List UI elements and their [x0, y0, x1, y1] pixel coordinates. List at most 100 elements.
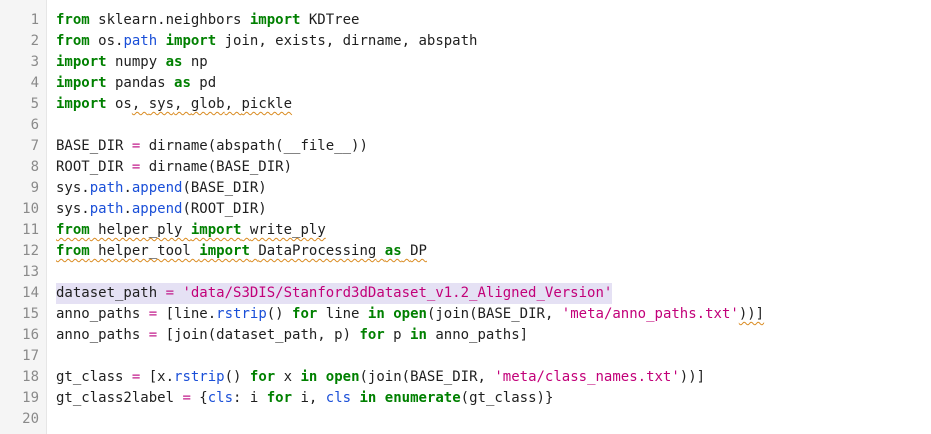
builtin-token: open: [325, 369, 360, 385]
code-line-15[interactable]: 15 anno_paths = [line.rstrip() for line …: [0, 304, 931, 325]
builtin-token: open: [393, 306, 427, 322]
code-line-11[interactable]: 11 from helper_ply import write_ply: [0, 220, 931, 241]
expression-token: (): [266, 306, 293, 322]
code-text[interactable]: anno_paths = [line.rstrip() for line in …: [56, 304, 764, 325]
line-number: 15: [22, 306, 39, 322]
attribute-token: path: [89, 180, 124, 196]
keyword-token: in: [367, 306, 385, 322]
operator-token: =: [182, 390, 191, 406]
code-text[interactable]: from helper_ply import write_ply: [56, 220, 326, 241]
module-token: pandas: [106, 75, 175, 91]
expression-token: {: [190, 390, 208, 406]
code-text[interactable]: import numpy as np: [56, 52, 208, 73]
code-line-4[interactable]: 4 import pandas as pd: [0, 73, 931, 94]
code-text[interactable]: sys.path.append(BASE_DIR): [56, 178, 267, 199]
keyword-token: from: [56, 12, 90, 28]
line-number: 2: [30, 33, 39, 49]
keyword-token: for: [266, 390, 293, 406]
keyword-token: in: [300, 369, 318, 385]
string-token: 'data/S3DIS/Stanford3dDataset_v1.2_Align…: [182, 285, 613, 301]
line-number: 18: [22, 369, 39, 385]
code-text[interactable]: BASE_DIR = dirname(abspath(__file__)): [56, 136, 368, 157]
code-text[interactable]: gt_class = [x.rstrip() for x in open(joi…: [56, 367, 705, 388]
separator-token: ,: [174, 96, 191, 112]
separator-token: ,: [131, 96, 149, 112]
code-line-18[interactable]: 18 gt_class = [x.rstrip() for x in open(…: [0, 367, 931, 388]
code-text[interactable]: ROOT_DIR = dirname(BASE_DIR): [56, 157, 292, 178]
code-line-8[interactable]: 8 ROOT_DIR = dirname(BASE_DIR): [0, 157, 931, 178]
module-token: sklearn.neighbors: [89, 12, 250, 28]
expression-token: [line.: [157, 306, 217, 322]
code-text[interactable]: from helper_tool import DataProcessing a…: [56, 241, 427, 262]
attribute-token: path: [89, 201, 124, 217]
line-number: 4: [30, 75, 39, 91]
name-token: DP: [410, 243, 427, 259]
name-token: cls: [207, 390, 234, 406]
code-line-9[interactable]: 9 sys.path.append(BASE_DIR): [0, 178, 931, 199]
code-text[interactable]: sys.path.append(ROOT_DIR): [56, 199, 267, 220]
variable-token: ROOT_DIR: [56, 159, 132, 175]
code-line-2[interactable]: 2 from os.path import join, exists, dirn…: [0, 31, 931, 52]
code-line-16[interactable]: 16 anno_paths = [join(dataset_path, p) f…: [0, 325, 931, 346]
name-token: KDTree: [300, 12, 360, 28]
code-line-12[interactable]: 12 from helper_tool import DataProcessin…: [0, 241, 931, 262]
operator-token: =: [148, 327, 158, 343]
line-number: 14: [22, 285, 39, 301]
code-line-1[interactable]: 1 from sklearn.neighbors import KDTree: [0, 10, 931, 31]
expression-token: [join(dataset_path, p): [157, 327, 360, 343]
code-line-13[interactable]: 13: [0, 262, 931, 283]
code-text[interactable]: from sklearn.neighbors import KDTree: [56, 10, 359, 31]
code-line-14[interactable]: 14 dataset_path = 'data/S3DIS/Stanford3d…: [0, 283, 931, 304]
code-line-10[interactable]: 10 sys.path.append(ROOT_DIR): [0, 199, 931, 220]
code-editor[interactable]: 1 from sklearn.neighbors import KDTree 2…: [0, 0, 931, 434]
expression-token: (join(BASE_DIR,: [426, 306, 562, 322]
code-line-17[interactable]: 17: [0, 346, 931, 367]
code-text[interactable]: from os.path import join, exists, dirnam…: [56, 31, 477, 52]
name-token: cls: [325, 390, 352, 406]
keyword-token: from: [56, 222, 90, 238]
code-line-19[interactable]: 19 gt_class2label = {cls: i for i, cls i…: [0, 388, 931, 409]
operator-token: =: [165, 285, 175, 301]
module-token: helper_tool: [89, 243, 200, 259]
attribute-token: path: [123, 33, 158, 49]
keyword-token: as: [174, 75, 191, 91]
line-number: 3: [30, 54, 39, 70]
line-number: 6: [30, 117, 39, 133]
dot-token: .: [123, 201, 132, 217]
code-line-5[interactable]: 5 import os, sys, glob, pickle: [0, 94, 931, 115]
expression-token: line: [317, 306, 368, 322]
expression-token: dirname(abspath(__file__)): [140, 138, 368, 154]
line-number: 9: [30, 180, 39, 196]
module-token: sys: [148, 96, 175, 112]
expression-token: x: [275, 369, 301, 385]
code-text[interactable]: gt_class2label = {cls: i for i, cls in e…: [56, 388, 553, 409]
variable-token: anno_paths: [56, 327, 149, 343]
code-text[interactable]: import pandas as pd: [56, 73, 216, 94]
builtin-token: enumerate: [384, 390, 461, 406]
code-text[interactable]: import os, sys, glob, pickle: [56, 94, 292, 115]
string-token: 'meta/anno_paths.txt': [561, 306, 739, 322]
variable-token: anno_paths: [56, 306, 149, 322]
method-token: append: [131, 201, 183, 217]
code-line-3[interactable]: 3 import numpy as np: [0, 52, 931, 73]
expression-token: : i: [233, 390, 267, 406]
line-number: 5: [30, 96, 39, 112]
name-token: join, exists, dirname, abspath: [216, 33, 478, 49]
code-text-selected[interactable]: dataset_path = 'data/S3DIS/Stanford3dDat…: [56, 283, 613, 304]
code-line-6[interactable]: 6: [0, 115, 931, 136]
line-number: 20: [22, 411, 39, 427]
expression-token: [x.: [140, 369, 175, 385]
expression-token: p: [384, 327, 411, 343]
code-line-20[interactable]: 20: [0, 409, 931, 430]
module-token: pickle: [241, 96, 293, 112]
string-token: 'meta/class_names.txt': [494, 369, 680, 385]
code-text[interactable]: anno_paths = [join(dataset_path, p) for …: [56, 325, 528, 346]
keyword-token: import: [199, 243, 250, 259]
module-token: helper_ply: [89, 222, 191, 238]
code-line-7[interactable]: 7 BASE_DIR = dirname(abspath(__file__)): [0, 136, 931, 157]
variable-token: dataset_path: [56, 285, 166, 301]
module-token: sys.: [56, 180, 90, 196]
